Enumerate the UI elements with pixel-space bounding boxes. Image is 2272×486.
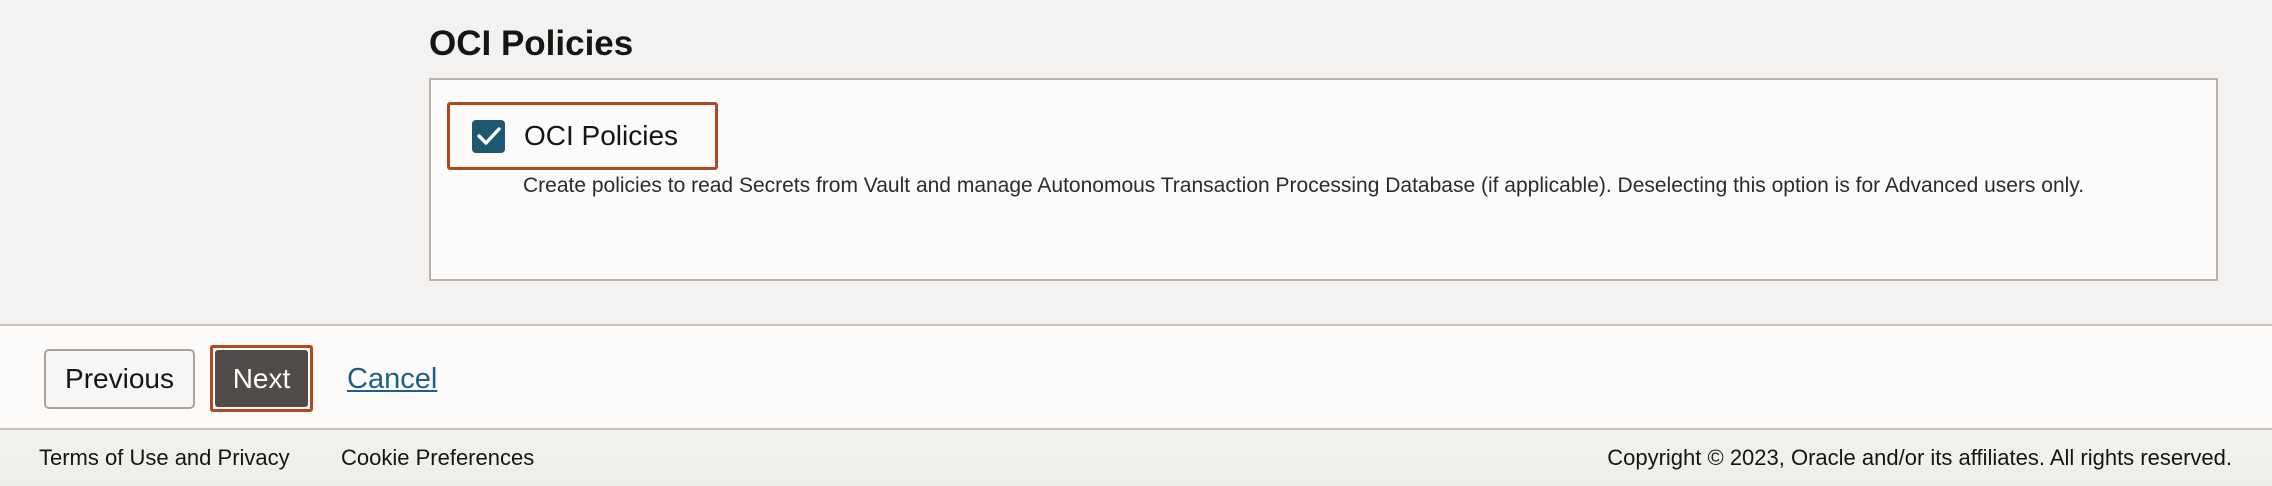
oci-policies-option[interactable]: OCI Policies: [447, 102, 718, 170]
oci-policies-description: Create policies to read Secrets from Vau…: [523, 174, 2085, 197]
copyright-text: Copyright © 2023, Oracle and/or its affi…: [1607, 445, 2232, 470]
next-button-highlight: Next: [210, 345, 313, 412]
oci-policies-checkbox[interactable]: [472, 119, 505, 153]
cancel-link[interactable]: Cancel: [347, 361, 437, 397]
previous-button[interactable]: Previous: [44, 349, 195, 409]
wizard-navigation-bar: Previous Next Cancel: [0, 324, 2272, 430]
oci-policies-panel: OCI Policies Create policies to read Sec…: [429, 78, 2218, 281]
oci-policies-label[interactable]: OCI Policies: [524, 119, 678, 153]
checkmark-icon: [476, 127, 501, 145]
cookie-preferences-link[interactable]: Cookie Preferences: [341, 444, 534, 472]
section-title: OCI Policies: [429, 24, 634, 63]
page-footer: Terms of Use and Privacy Cookie Preferen…: [0, 430, 2272, 486]
next-button[interactable]: Next: [215, 350, 308, 407]
terms-of-use-link[interactable]: Terms of Use and Privacy: [39, 444, 290, 472]
